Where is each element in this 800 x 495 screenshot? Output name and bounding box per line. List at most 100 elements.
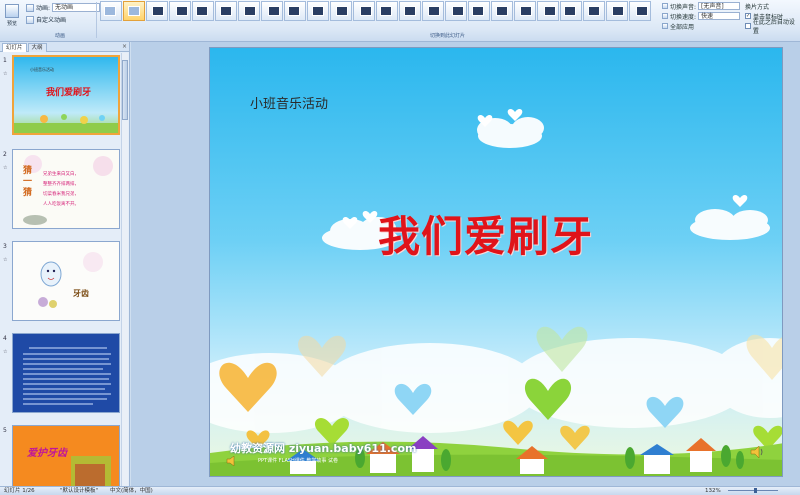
transition-options: 切换声音: [无声音] 切换速度: 快速 全部应用 bbox=[662, 1, 752, 31]
custom-animation-icon bbox=[26, 15, 34, 24]
speed-icon bbox=[662, 13, 668, 19]
zoom-level[interactable]: 132% bbox=[705, 487, 721, 495]
animation-star-icon: ☆ bbox=[3, 349, 8, 355]
animate-icon bbox=[26, 3, 34, 12]
separator bbox=[96, 2, 97, 38]
apply-all-label: 全部应用 bbox=[670, 23, 695, 31]
thumbnail-list: 1 ☆ 小班音乐活动 我们爱刷牙 2 ☆ 猜一猜 兄弟生来白又白， 整整齐齐排两… bbox=[0, 53, 122, 486]
transition-effect-button[interactable] bbox=[629, 1, 651, 21]
transition-effect-button[interactable] bbox=[100, 1, 122, 21]
transition-effect-button[interactable] bbox=[491, 1, 513, 21]
transition-effect-button[interactable] bbox=[169, 1, 191, 21]
transition-effect-button[interactable] bbox=[445, 1, 467, 21]
transition-effect-icon bbox=[612, 6, 624, 16]
tab-slides[interactable]: 幻灯片 bbox=[2, 43, 27, 52]
transition-effect-icon bbox=[588, 6, 600, 16]
transition-effect-icon bbox=[288, 6, 300, 16]
transition-effect-button[interactable] bbox=[514, 1, 536, 21]
transition-effect-button[interactable] bbox=[146, 1, 168, 21]
thumb-3-label: 牙齿 bbox=[73, 289, 89, 298]
pane-tabs: 幻灯片 大纲 × bbox=[0, 42, 129, 52]
thumbnail-slide-4[interactable] bbox=[12, 333, 120, 413]
transition-effect-icon bbox=[472, 6, 484, 16]
sound-dropdown[interactable]: [无声音] bbox=[698, 2, 741, 10]
transition-effect-button[interactable] bbox=[537, 1, 559, 21]
close-icon[interactable]: × bbox=[122, 43, 127, 51]
transition-effect-button[interactable] bbox=[606, 1, 628, 21]
transition-effect-icon bbox=[128, 6, 140, 16]
slide-count: 幻灯片 1/26 bbox=[4, 488, 35, 494]
transition-effect-button[interactable] bbox=[215, 1, 237, 21]
sound-icon bbox=[662, 3, 668, 9]
transition-effect-button[interactable] bbox=[583, 1, 605, 21]
advance-label: 换片方式 bbox=[745, 3, 770, 11]
riddle-line: 切菜春米我兄弟， bbox=[43, 192, 79, 197]
thumb-2-riddle: 兄弟生来白又白， 整整齐齐排两排， 切菜春米我兄弟， 人人吃饭离不开。 bbox=[43, 170, 79, 210]
preview-button[interactable]: 预览 bbox=[2, 2, 22, 32]
transition-effect-button[interactable] bbox=[468, 1, 490, 21]
after-checkbox[interactable] bbox=[745, 23, 751, 29]
transition-effect-icon bbox=[404, 6, 416, 16]
scrollbar-thumb[interactable] bbox=[122, 60, 128, 120]
animation-star-icon: ☆ bbox=[3, 165, 8, 171]
ribbon: 预览 动画: 无动画 自定义动画 动画 切换到此幻灯片 切换声音: [无声音] … bbox=[0, 0, 800, 42]
speed-dropdown[interactable]: 快速 bbox=[698, 12, 741, 20]
zoom-knob[interactable] bbox=[753, 488, 757, 493]
thumbnail-slide-3[interactable]: 牙齿 bbox=[12, 241, 120, 321]
preview-label: 预览 bbox=[6, 21, 17, 27]
transition-effect-button[interactable] bbox=[353, 1, 375, 21]
language: 中文(简体，中国) bbox=[110, 488, 153, 494]
animate-dropdown[interactable]: 无动画 bbox=[52, 3, 101, 12]
transition-effect-button[interactable] bbox=[238, 1, 260, 21]
zoom-slider[interactable] bbox=[728, 488, 778, 493]
transition-effect-icon bbox=[336, 6, 348, 16]
transition-effect-button[interactable] bbox=[560, 1, 582, 21]
tab-outline[interactable]: 大纲 bbox=[27, 43, 47, 52]
transition-effect-button[interactable] bbox=[192, 1, 214, 21]
transition-effect-button[interactable] bbox=[261, 1, 283, 21]
custom-animation-row[interactable]: 自定义动画 bbox=[26, 15, 66, 24]
transition-effect-button[interactable] bbox=[330, 1, 352, 21]
thumb-5-title: 爱护牙齿 bbox=[27, 448, 67, 459]
transition-effect-icon bbox=[564, 6, 576, 16]
speaker-icon[interactable] bbox=[226, 455, 238, 468]
after-row[interactable]: 在此之后自动设置 bbox=[745, 19, 800, 35]
speaker-icon[interactable] bbox=[750, 445, 764, 460]
transition-effect-icon bbox=[268, 6, 280, 16]
transition-effect-button[interactable] bbox=[284, 1, 306, 21]
transition-effect-icon bbox=[244, 6, 256, 16]
slide-editing-area: 小班音乐活动 我们爱刷牙 幼教资源网 ziyuan.baby611.com PP… bbox=[131, 42, 800, 486]
slide-subtitle[interactable]: 小班音乐活动 bbox=[250, 93, 328, 112]
riddle-line: 人人吃饭离不开。 bbox=[43, 202, 79, 207]
transition-effect-icon bbox=[312, 6, 324, 16]
transition-effect-button[interactable] bbox=[307, 1, 329, 21]
theme-name: "默认设计模板" bbox=[60, 488, 99, 494]
transition-effect-icon bbox=[360, 6, 372, 16]
transition-effect-icon bbox=[428, 6, 440, 16]
transition-effect-button[interactable] bbox=[399, 1, 421, 21]
custom-animation-label: 自定义动画 bbox=[36, 17, 67, 24]
transition-effect-button[interactable] bbox=[422, 1, 444, 21]
animate-row: 动画: 无动画 bbox=[26, 3, 101, 12]
thumbnail-slide-5[interactable]: 爱护牙齿 bbox=[12, 425, 120, 486]
thumb-number: 2 bbox=[3, 151, 7, 158]
thumb-number: 4 bbox=[3, 335, 7, 342]
thumbnail-slide-2[interactable]: 猜一猜 兄弟生来白又白， 整整齐齐排两排， 切菜春米我兄弟， 人人吃饭离不开。 bbox=[12, 149, 120, 229]
preview-icon bbox=[5, 4, 19, 18]
transition-effect-button[interactable] bbox=[123, 1, 145, 21]
apply-all-row[interactable]: 全部应用 bbox=[662, 21, 752, 31]
transition-effect-icon bbox=[196, 6, 208, 16]
apply-all-icon bbox=[662, 23, 668, 29]
transition-effect-icon bbox=[104, 6, 116, 16]
thumbnail-scrollbar[interactable] bbox=[121, 53, 128, 486]
transition-effect-button[interactable] bbox=[376, 1, 398, 21]
thumbnail-slide-1[interactable]: 小班音乐活动 我们爱刷牙 bbox=[12, 55, 120, 135]
on-click-checkbox[interactable]: ✓ bbox=[745, 13, 751, 19]
watermark-subtext: PPT课件 FLASH课件 教学故事 试卷 bbox=[258, 458, 338, 464]
slide-title[interactable]: 我们爱刷牙 bbox=[378, 203, 593, 264]
speed-label: 切换速度: bbox=[670, 13, 697, 21]
animate-label: 动画: bbox=[36, 5, 51, 12]
transition-effect-icon bbox=[544, 6, 556, 16]
thumbnail-4-art bbox=[13, 334, 119, 412]
current-slide[interactable]: 小班音乐活动 我们爱刷牙 幼教资源网 ziyuan.baby611.com PP… bbox=[209, 47, 783, 477]
